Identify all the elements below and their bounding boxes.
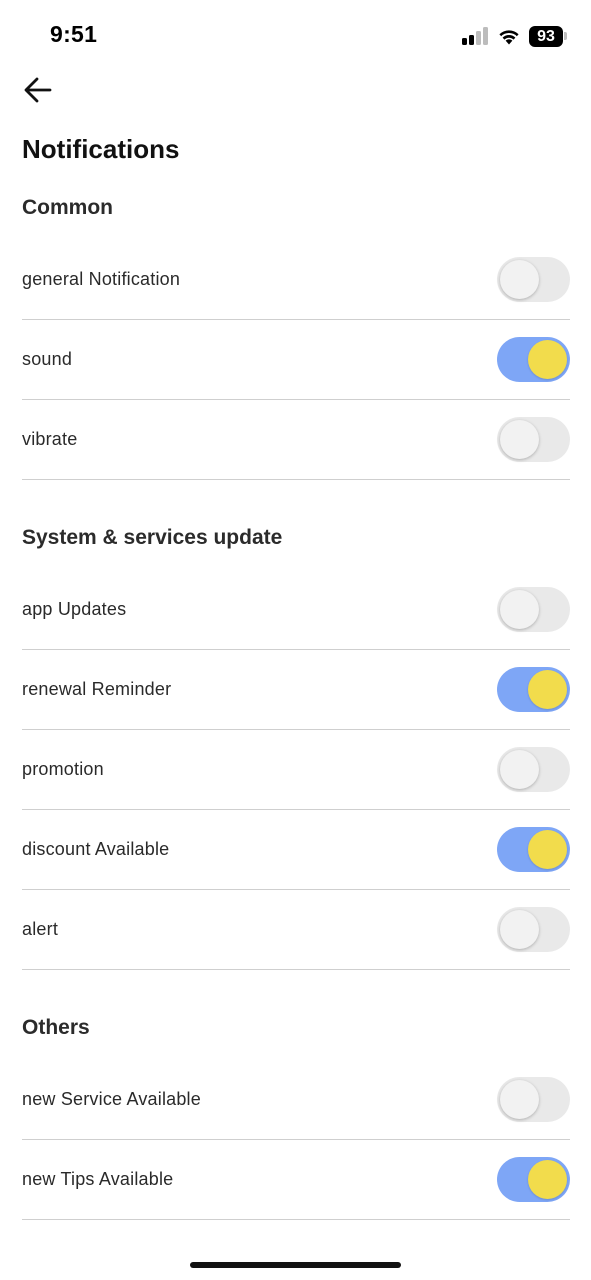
status-icons: 93	[462, 24, 567, 48]
setting-label: app Updates	[22, 599, 127, 619]
general-notification-toggle[interactable]	[497, 257, 570, 302]
setting-row-app-updates: app Updates	[22, 570, 570, 650]
toggle-knob	[500, 260, 539, 299]
section-heading: Common	[22, 196, 113, 219]
setting-row-general-notification: general Notification	[22, 240, 570, 320]
page-title: Notifications	[22, 134, 180, 164]
sound-toggle[interactable]	[497, 337, 570, 382]
setting-label: promotion	[22, 759, 104, 779]
setting-row-alert: alert	[22, 890, 570, 970]
toggle-knob	[528, 340, 567, 379]
setting-row-renewal-reminder: renewal Reminder	[22, 650, 570, 730]
section-heading: System & services update	[22, 526, 283, 549]
section-heading: Others	[22, 1016, 90, 1039]
setting-label: sound	[22, 349, 73, 369]
new-tips-available-toggle[interactable]	[497, 1157, 570, 1202]
home-indicator	[190, 1262, 401, 1268]
setting-row-discount-available: discount Available	[22, 810, 570, 890]
section-system-services-update: System & services update app Updates ren…	[22, 524, 570, 970]
toggle-knob	[528, 670, 567, 709]
section-others: Others new Service Available new Tips Av…	[22, 1014, 570, 1220]
setting-row-promotion: promotion	[22, 730, 570, 810]
setting-label: new Tips Available	[22, 1169, 174, 1189]
battery-icon: 93	[529, 25, 567, 47]
setting-row-sound: sound	[22, 320, 570, 400]
setting-row-new-tips-available: new Tips Available	[22, 1140, 570, 1220]
new-service-available-toggle[interactable]	[497, 1077, 570, 1122]
setting-label: new Service Available	[22, 1089, 201, 1109]
renewal-reminder-toggle[interactable]	[497, 667, 570, 712]
toggle-knob	[500, 750, 539, 789]
vibrate-toggle[interactable]	[497, 417, 570, 462]
setting-label: vibrate	[22, 429, 78, 449]
status-time: 9:51	[50, 21, 98, 47]
toggle-knob	[528, 1160, 567, 1199]
app-updates-toggle[interactable]	[497, 587, 570, 632]
toggle-knob	[500, 590, 539, 629]
setting-label: alert	[22, 919, 59, 939]
setting-row-new-service-available: new Service Available	[22, 1060, 570, 1140]
setting-label: renewal Reminder	[22, 679, 172, 699]
promotion-toggle[interactable]	[497, 747, 570, 792]
setting-row-vibrate: vibrate	[22, 400, 570, 480]
battery-level: 93	[529, 25, 563, 47]
toggle-knob	[500, 910, 539, 949]
toggle-knob	[500, 1080, 539, 1119]
wifi-icon	[499, 30, 519, 45]
battery-cap	[564, 32, 567, 40]
setting-label: discount Available	[22, 839, 170, 859]
back-button[interactable]	[20, 72, 56, 108]
toggle-knob	[500, 420, 539, 459]
section-common: Common general Notification sound vibrat…	[22, 194, 570, 480]
toggle-knob	[528, 830, 567, 869]
alert-toggle[interactable]	[497, 907, 570, 952]
signal-icon	[462, 27, 488, 45]
setting-label: general Notification	[22, 269, 181, 289]
arrow-left-icon	[24, 77, 52, 103]
status-bar: 9:51 93	[0, 0, 591, 70]
discount-available-toggle[interactable]	[497, 827, 570, 872]
